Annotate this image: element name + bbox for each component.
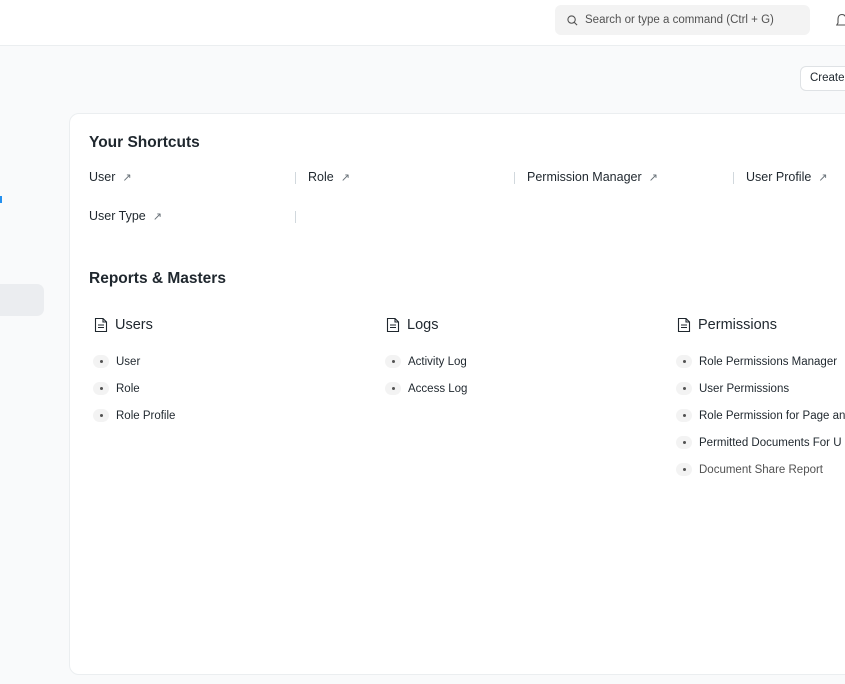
link-label: Role Permission for Page an xyxy=(699,409,845,422)
bullet xyxy=(93,355,109,368)
link-label: Role xyxy=(116,382,140,395)
search-placeholder: Search or type a command (Ctrl + G) xyxy=(585,14,774,26)
shortcut-user[interactable]: User ↗ xyxy=(89,170,132,184)
shortcut-user-profile[interactable]: User Profile ↗ xyxy=(746,170,828,184)
shortcut-divider xyxy=(295,211,296,223)
group-title-text: Logs xyxy=(407,317,439,333)
shortcut-divider xyxy=(733,172,734,184)
arrow-up-right-icon: ↗ xyxy=(152,210,162,223)
shortcuts-title: Your Shortcuts xyxy=(89,134,200,151)
link-access-log[interactable]: Access Log xyxy=(385,382,467,395)
document-icon xyxy=(677,317,691,333)
bullet xyxy=(676,463,692,476)
bullet xyxy=(676,436,692,449)
link-label: Permitted Documents For U xyxy=(699,436,842,449)
shortcut-permission-manager[interactable]: Permission Manager ↗ xyxy=(527,170,658,184)
group-title-text: Permissions xyxy=(698,317,777,333)
shortcut-label: User Profile xyxy=(746,170,812,184)
link-label: Role Profile xyxy=(116,409,176,422)
link-label: Role Permissions Manager xyxy=(699,355,838,368)
arrow-up-right-icon: ↗ xyxy=(648,171,658,184)
link-user-permissions[interactable]: User Permissions xyxy=(676,382,789,395)
link-role-profile[interactable]: Role Profile xyxy=(93,409,175,422)
sidebar-indicator xyxy=(0,196,2,203)
link-role-permissions-manager[interactable]: Role Permissions Manager xyxy=(676,355,837,368)
link-label: Access Log xyxy=(408,382,468,395)
group-permissions-title: Permissions xyxy=(677,317,777,333)
search-icon xyxy=(567,14,578,25)
reports-title: Reports & Masters xyxy=(89,270,226,287)
link-label: Document Share Report xyxy=(699,463,824,476)
bullet xyxy=(676,355,692,368)
link-label: Activity Log xyxy=(408,355,467,368)
group-users-title: Users xyxy=(94,317,153,333)
shortcut-divider xyxy=(514,172,515,184)
link-user[interactable]: User xyxy=(93,355,140,368)
link-label: User Permissions xyxy=(699,382,790,395)
group-logs-title: Logs xyxy=(386,317,438,333)
link-role[interactable]: Role xyxy=(93,382,140,395)
bullet xyxy=(676,382,692,395)
shortcut-label: Permission Manager xyxy=(527,170,642,184)
search-bar[interactable]: Search or type a command (Ctrl + G) xyxy=(555,5,810,35)
document-icon xyxy=(386,317,400,333)
shortcut-label: User xyxy=(89,170,116,184)
link-activity-log[interactable]: Activity Log xyxy=(385,355,467,368)
shortcut-label: Role xyxy=(308,170,334,184)
bullet xyxy=(385,355,401,368)
link-label: User xyxy=(116,355,141,368)
create-button[interactable]: Create xyxy=(800,66,845,91)
shortcut-divider xyxy=(295,172,296,184)
bullet xyxy=(676,409,692,422)
sidebar-item-active[interactable] xyxy=(0,284,44,316)
group-title-text: Users xyxy=(115,317,153,333)
bullet xyxy=(93,382,109,395)
shortcut-label: User Type xyxy=(89,209,146,223)
link-document-share-report[interactable]: Document Share Report xyxy=(676,463,823,476)
link-permitted-documents[interactable]: Permitted Documents For U xyxy=(676,436,842,449)
shortcut-user-type[interactable]: User Type ↗ xyxy=(89,209,162,223)
document-icon xyxy=(94,317,108,333)
navbar: Search or type a command (Ctrl + G) xyxy=(0,0,845,46)
link-role-permission-page[interactable]: Role Permission for Page an xyxy=(676,409,845,422)
arrow-up-right-icon: ↗ xyxy=(122,171,132,184)
bullet xyxy=(93,409,109,422)
arrow-up-right-icon: ↗ xyxy=(818,171,828,184)
arrow-up-right-icon: ↗ xyxy=(340,171,350,184)
bullet xyxy=(385,382,401,395)
bell-icon[interactable] xyxy=(836,13,845,29)
shortcut-role[interactable]: Role ↗ xyxy=(308,170,350,184)
workspace-card: Your Shortcuts User ↗ Role ↗ Permission … xyxy=(69,113,845,675)
